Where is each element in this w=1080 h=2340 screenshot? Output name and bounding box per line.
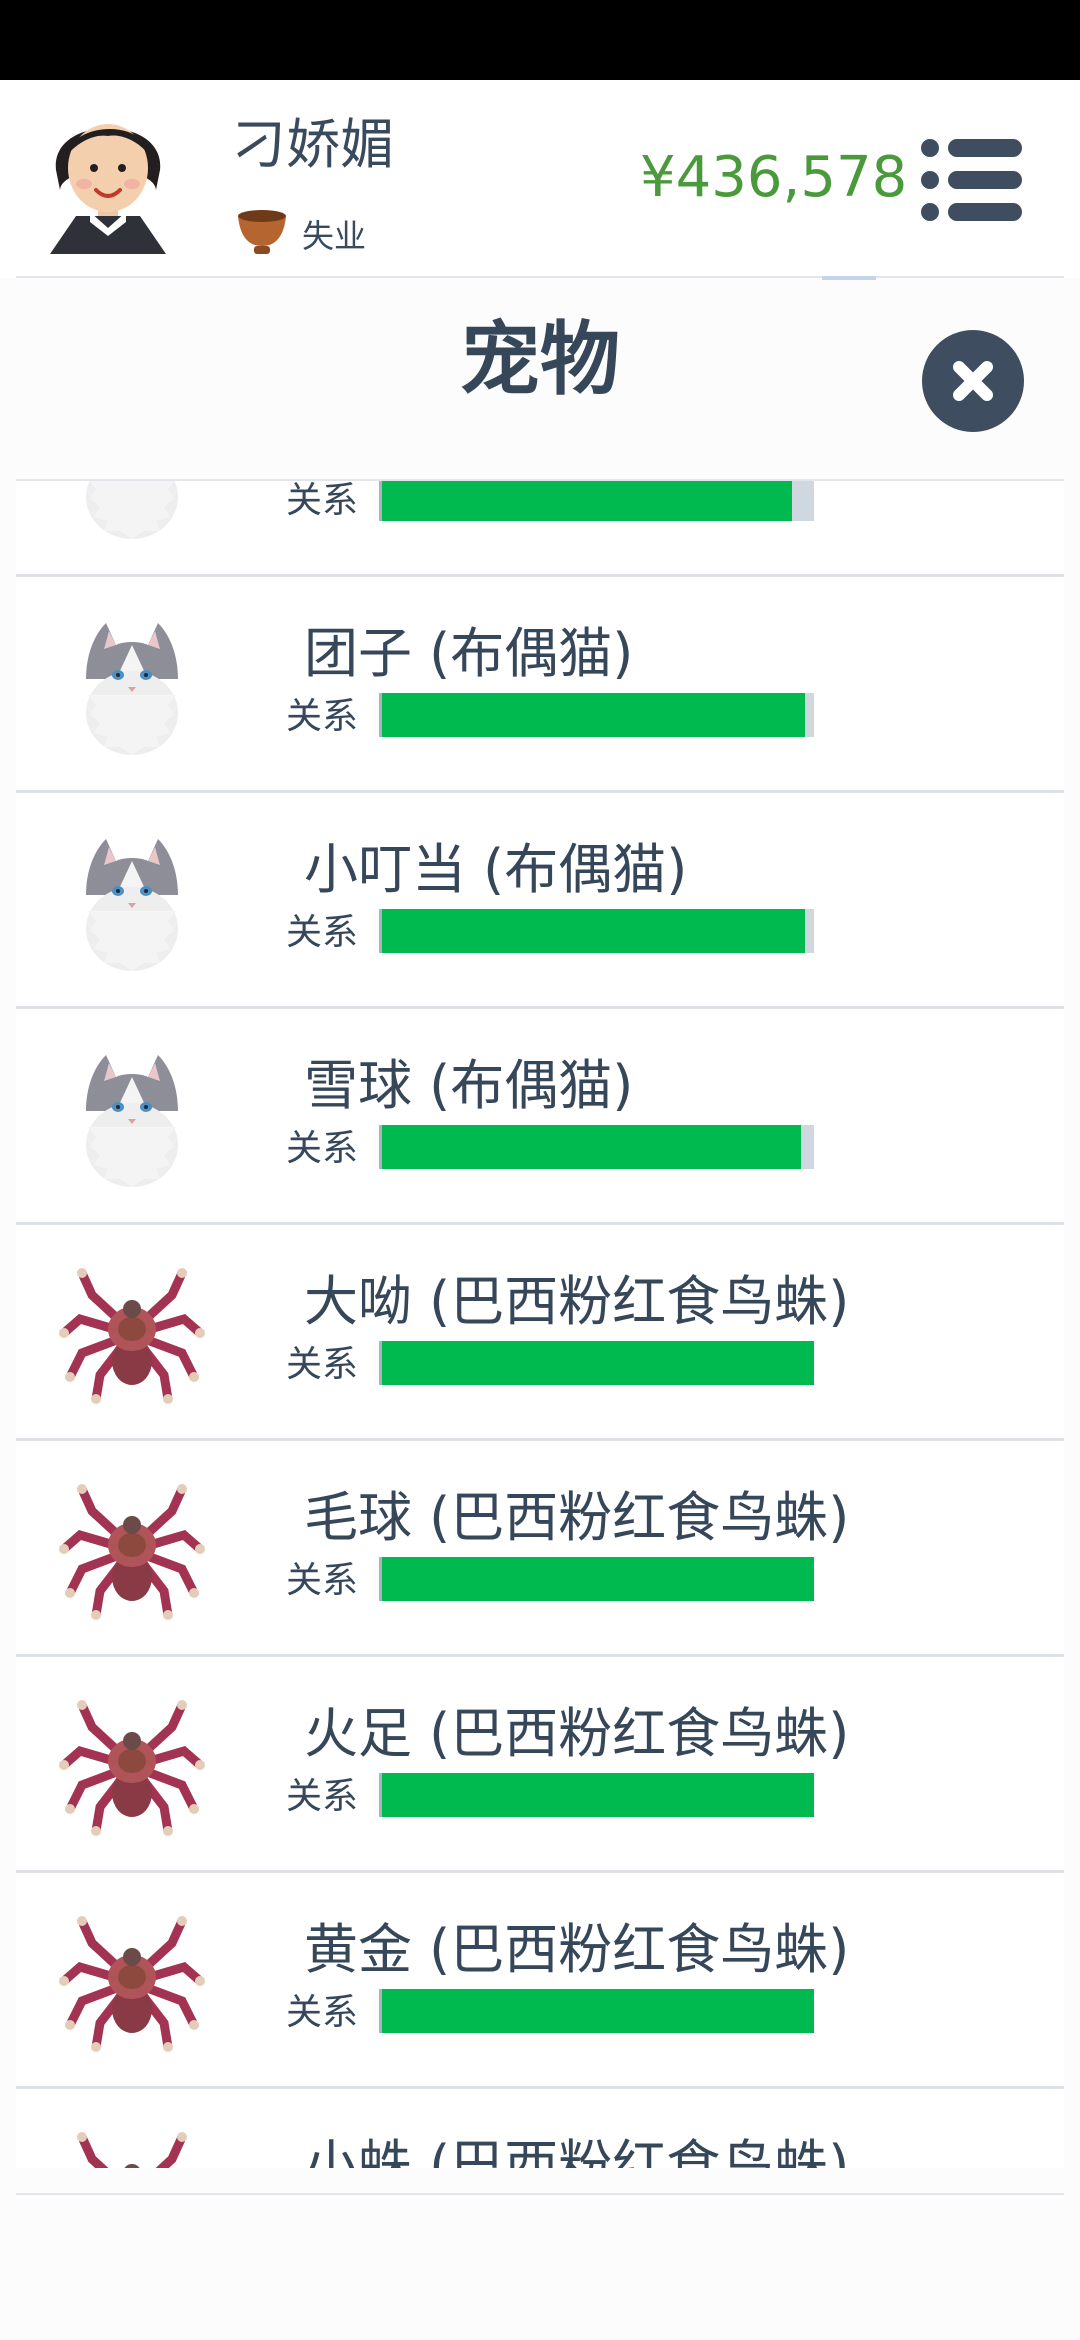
player-name: 刁娇媚 <box>232 113 394 176</box>
tarantula-icon <box>52 1465 212 1625</box>
ragdoll-cat-icon <box>52 817 212 977</box>
ragdoll-cat-icon <box>52 481 212 545</box>
relation-bar <box>379 1341 814 1385</box>
relation-bar <box>379 481 814 521</box>
pet-name: 火足 (巴西粉红食鸟蛛) <box>304 1702 850 1765</box>
pet-row[interactable]: 关系 <box>16 481 1064 577</box>
tarantula-icon <box>52 1897 212 2057</box>
pet-name: 雪球 (布偶猫) <box>304 1054 634 1117</box>
menu-icon <box>921 139 1022 221</box>
tarantula-icon <box>52 1249 212 1409</box>
pet-list[interactable]: 关系 团子 (布偶猫) 关系 小叮当 (布偶猫) 关系 雪球 (布偶猫) 关系 … <box>16 481 1064 2168</box>
relation-bar-fill <box>382 481 793 521</box>
relation-bar-fill <box>382 693 806 737</box>
relation-bar-fill <box>382 1773 814 1817</box>
pet-row[interactable]: 毛球 (巴西粉红食鸟蛛) 关系 <box>16 1441 1064 1657</box>
money-balance: ¥436,578 <box>640 145 908 210</box>
ragdoll-cat-icon <box>52 1033 212 1193</box>
relation-bar-fill <box>382 1341 814 1385</box>
list-bottom-divider <box>16 2193 1064 2195</box>
relation-bar-fill <box>382 1125 802 1169</box>
relation-bar <box>379 909 814 953</box>
relation-bar <box>379 1557 814 1601</box>
menu-button[interactable] <box>918 132 1026 228</box>
relation-label: 关系 <box>286 1992 359 2033</box>
pet-row[interactable]: 黄金 (巴西粉红食鸟蛛) 关系 <box>16 1873 1064 2089</box>
bowl-icon <box>234 204 290 258</box>
relation-bar-fill <box>382 1557 814 1601</box>
tab-indicator <box>822 276 876 280</box>
relation-label: 关系 <box>286 1128 359 1169</box>
pet-name: 小叮当 (布偶猫) <box>304 838 688 901</box>
panel-title: 宠物 <box>460 313 620 406</box>
relation-bar <box>379 1989 814 2033</box>
close-icon <box>953 361 993 401</box>
relation-bar <box>379 1773 814 1817</box>
player-header: 刁娇媚 失业 ¥436,578 <box>0 80 1080 278</box>
pet-row[interactable]: 小叮当 (布偶猫) 关系 <box>16 793 1064 1009</box>
relation-label: 关系 <box>286 1344 359 1385</box>
relation-bar <box>379 1125 814 1169</box>
pet-name: 大呦 (巴西粉红食鸟蛛) <box>304 1270 850 1333</box>
tarantula-icon <box>52 1681 212 1841</box>
relation-bar-fill <box>382 1989 814 2033</box>
pet-row[interactable]: 团子 (布偶猫) 关系 <box>16 577 1064 793</box>
relation-bar-fill <box>382 909 806 953</box>
job-status: 失业 <box>302 217 367 255</box>
pet-row[interactable]: 雪球 (布偶猫) 关系 <box>16 1009 1064 1225</box>
relation-label: 关系 <box>286 481 359 521</box>
relation-label: 关系 <box>286 696 359 737</box>
tarantula-icon <box>52 2113 212 2168</box>
relation-bar <box>379 693 814 737</box>
pet-name: 黄金 (巴西粉红食鸟蛛) <box>304 1918 850 1981</box>
header-divider <box>16 276 1064 278</box>
ragdoll-cat-icon <box>52 601 212 761</box>
player-avatar[interactable] <box>38 94 178 254</box>
close-button[interactable] <box>922 330 1024 432</box>
pet-row[interactable]: 小蛛 (巴西粉红食鸟蛛) 关系 <box>16 2089 1064 2168</box>
relation-label: 关系 <box>286 912 359 953</box>
pet-name: 毛球 (巴西粉红食鸟蛛) <box>304 1486 850 1549</box>
pet-name: 团子 (布偶猫) <box>304 622 634 685</box>
pet-row[interactable]: 火足 (巴西粉红食鸟蛛) 关系 <box>16 1657 1064 1873</box>
pet-name: 小蛛 (巴西粉红食鸟蛛) <box>304 2134 850 2169</box>
relation-label: 关系 <box>286 1776 359 1817</box>
pet-row[interactable]: 大呦 (巴西粉红食鸟蛛) 关系 <box>16 1225 1064 1441</box>
relation-label: 关系 <box>286 1560 359 1601</box>
status-bar <box>0 0 1080 80</box>
